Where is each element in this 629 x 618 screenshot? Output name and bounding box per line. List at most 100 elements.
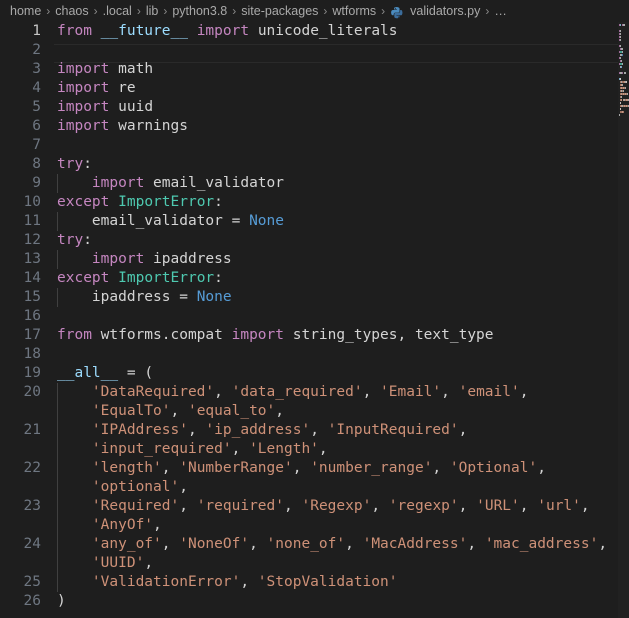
minimap-line: [620, 39, 622, 41]
minimap-line: [620, 96, 622, 98]
code-token: 'equal_to': [187, 403, 276, 419]
breadcrumb-item-home[interactable]: home: [9, 4, 42, 18]
code-token: =: [118, 365, 145, 381]
minimap-line: [621, 63, 623, 65]
code-line[interactable]: import email_validator: [54, 174, 284, 193]
code-line[interactable]: [54, 41, 66, 60]
code-line[interactable]: ipaddress = None: [54, 288, 232, 307]
code-token: email_validator: [91, 213, 223, 229]
line-number: 18: [23, 346, 41, 362]
code-token: 'StopValidation': [257, 574, 398, 590]
code-content[interactable]: from __future__ import unicode_literals …: [54, 22, 629, 618]
code-token: 'ip_address': [205, 422, 311, 438]
code-line[interactable]: 'IPAddress', 'ip_address', 'InputRequire…: [54, 421, 467, 440]
code-token: 'regexp': [388, 498, 459, 514]
code-line[interactable]: try:: [54, 231, 92, 250]
editor-window: home › chaos › .local › lib › python3.8 › site-pac…: [0, 0, 629, 618]
code-line[interactable]: import ipaddress: [54, 250, 232, 269]
breadcrumb-item-lib[interactable]: lib: [145, 4, 160, 18]
line-number-wrapped: [0, 554, 41, 573]
breadcrumb-separator: ›: [46, 4, 51, 18]
code-token: ,: [161, 460, 180, 476]
code-line[interactable]: [54, 345, 66, 364]
code-token: 'any_of': [91, 536, 162, 552]
code-token: ,: [310, 422, 328, 438]
code-token: ipaddress: [153, 251, 232, 267]
code-token: ,: [318, 441, 328, 457]
line-number: 9: [32, 175, 41, 191]
code-line[interactable]: import re: [54, 79, 136, 98]
code-line[interactable]: 'any_of', 'NoneOf', 'none_of', 'MacAddre…: [54, 535, 607, 554]
code-token: ImportError: [118, 194, 215, 210]
code-line[interactable]: 'ValidationError', 'StopValidation': [54, 573, 398, 592]
breadcrumb-item-wtforms[interactable]: wtforms: [331, 4, 377, 18]
line-number: 21: [23, 422, 41, 438]
line-number-wrapped: [0, 440, 41, 459]
code-token: wtforms.compat: [100, 327, 223, 343]
code-line[interactable]: from __future__ import unicode_literals: [54, 22, 398, 41]
code-line[interactable]: import math: [54, 60, 153, 79]
breadcrumb[interactable]: home › chaos › .local › lib › python3.8 › site-pac…: [0, 0, 629, 22]
minimap-line: [619, 114, 620, 116]
code-line[interactable]: 'EqualTo', 'equal_to',: [54, 402, 284, 421]
code-line[interactable]: import warnings: [54, 117, 188, 136]
code-token: __all__: [57, 365, 119, 381]
minimap-line: [625, 87, 626, 89]
code-token: ,: [458, 422, 468, 438]
line-number: 10: [23, 194, 41, 210]
breadcrumb-item-validators-py[interactable]: validators.py: [409, 4, 481, 18]
code-line[interactable]: except ImportError:: [54, 269, 223, 288]
minimap-line: [620, 36, 621, 38]
minimap-line: [626, 81, 627, 83]
code-line[interactable]: import uuid: [54, 98, 153, 117]
code-line[interactable]: [54, 307, 66, 326]
breadcrumb-item--local[interactable]: .local: [102, 4, 133, 18]
code-line[interactable]: 'UUID',: [54, 554, 153, 573]
code-token: ,: [231, 441, 250, 457]
code-line[interactable]: 'optional',: [54, 478, 188, 497]
code-token: 'URL': [476, 498, 520, 514]
line-number: 8: [32, 156, 41, 172]
code-line[interactable]: 'AnyOf',: [54, 516, 162, 535]
code-token: ,: [371, 498, 389, 514]
breadcrumb-item-python3-8[interactable]: python3.8: [171, 4, 228, 18]
code-line[interactable]: 'Required', 'required', 'Regexp', 'regex…: [54, 497, 590, 516]
code-token: ,: [519, 498, 538, 514]
minimap-line: [627, 99, 629, 101]
minimap[interactable]: [618, 22, 629, 618]
code-token: :: [83, 232, 92, 248]
breadcrumb-item-chaos[interactable]: chaos: [54, 4, 89, 18]
code-line[interactable]: except ImportError:: [54, 193, 223, 212]
code-token: 'optional': [91, 479, 180, 495]
code-line[interactable]: 'input_required', 'Length',: [54, 440, 328, 459]
line-number: 17: [23, 327, 41, 343]
code-line[interactable]: ): [54, 592, 66, 611]
code-line[interactable]: 'DataRequired', 'data_required', 'Email'…: [54, 383, 529, 402]
code-line[interactable]: from wtforms.compat import string_types,…: [54, 326, 494, 345]
breadcrumb-item--[interactable]: …: [493, 4, 508, 18]
code-editor[interactable]: 1 2 3 4 5 6 7 8 9 10 11 12 13 14 15 16 17 18 19 20 21 22 23…: [0, 22, 629, 618]
code-token: ,: [153, 517, 162, 533]
code-line[interactable]: 'length', 'NumberRange', 'number_range',…: [54, 459, 546, 478]
code-token: 'length': [91, 460, 162, 476]
code-token: ,: [345, 536, 363, 552]
code-token: 'IPAddress': [91, 422, 188, 438]
code-token: ,: [292, 460, 311, 476]
code-token: 'Optional': [449, 460, 538, 476]
minimap-line: [621, 54, 623, 56]
breadcrumb-item-site-packages[interactable]: site-packages: [240, 4, 319, 18]
code-line[interactable]: try:: [54, 155, 92, 174]
minimap-line: [620, 60, 622, 62]
line-number: 12: [23, 232, 41, 248]
code-line[interactable]: [54, 136, 66, 155]
code-line[interactable]: email_validator = None: [54, 212, 284, 231]
code-line[interactable]: __all__ = (: [54, 364, 153, 383]
